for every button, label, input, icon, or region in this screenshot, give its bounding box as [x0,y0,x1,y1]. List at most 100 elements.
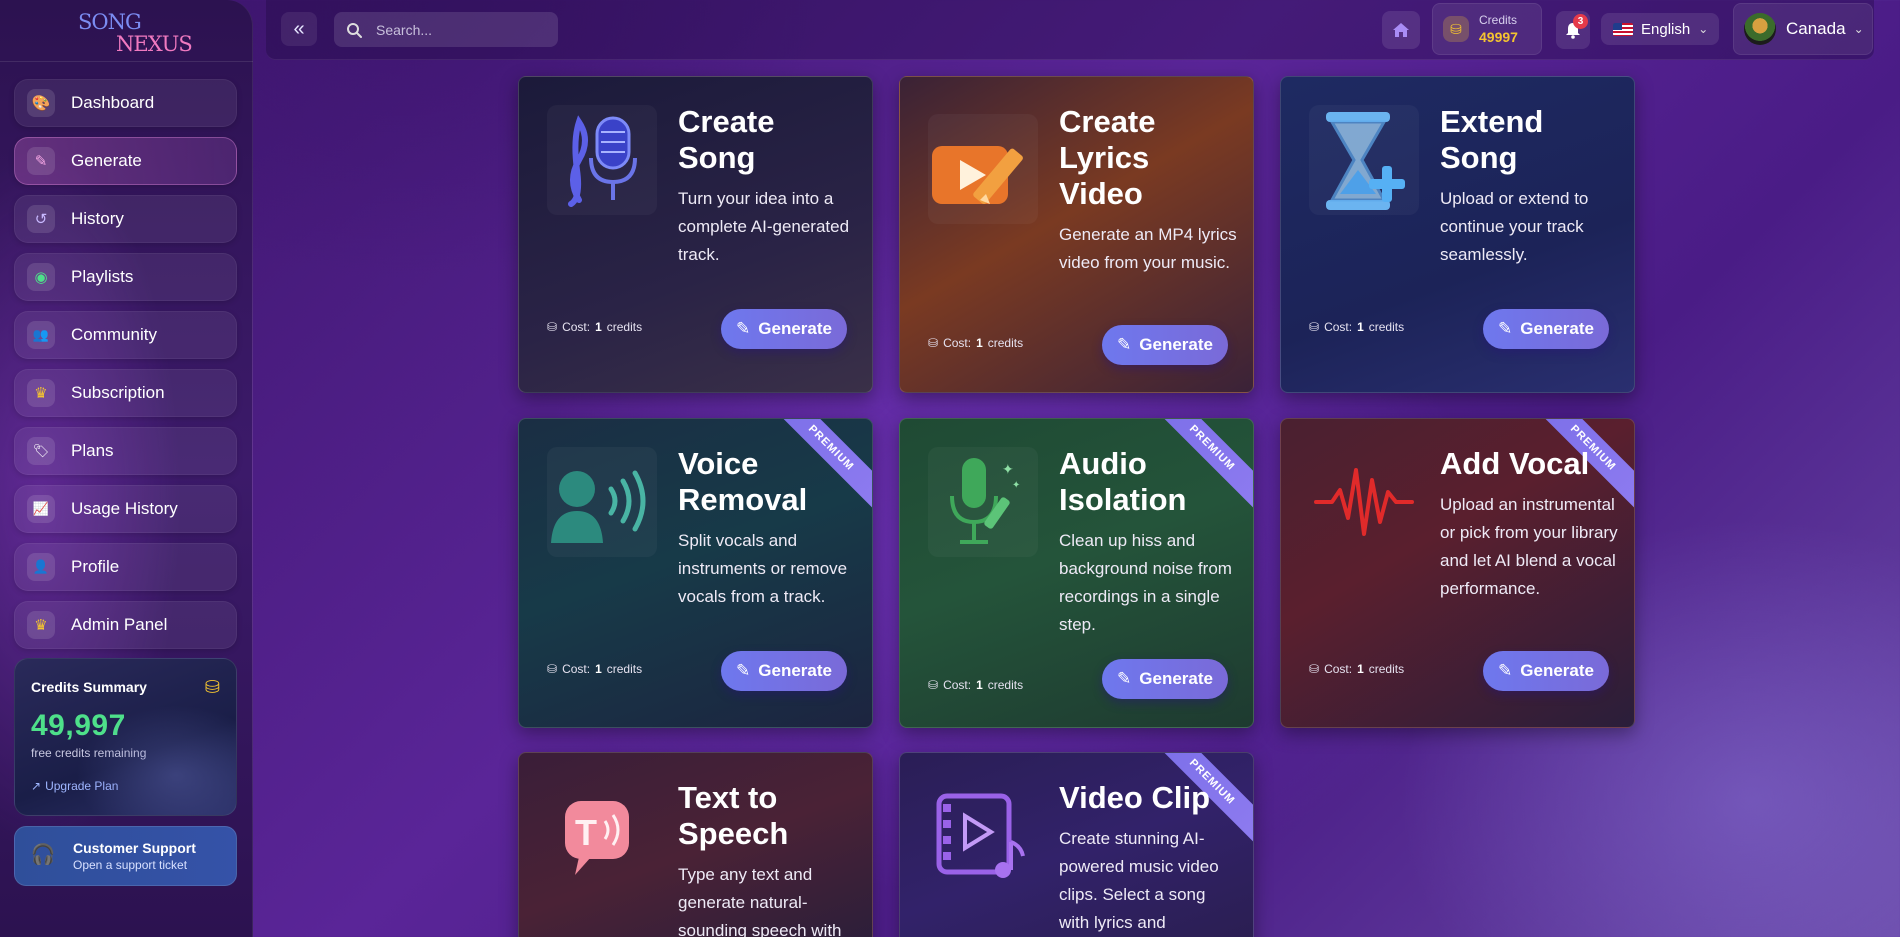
card-description: Turn your idea into a complete AI-genera… [678,189,850,264]
notification-badge: 3 [1573,14,1588,29]
logo-text-song: SONG [78,10,142,34]
coins-icon: ⛁ [547,320,558,334]
card-description: Generate an MP4 lyrics video from your m… [1059,225,1237,272]
feature-card-create-song: Create Song Turn your idea into a comple… [518,76,873,393]
sidebar: SONG NEXUS 🎨 Dashboard ✎ Generate ↺ Hist… [0,0,253,937]
feature-card-extend-song: Extend Song Upload or extend to continue… [1280,76,1635,393]
headset-icon: 🎧 [30,844,56,866]
film-music-icon [928,781,1038,891]
user-menu[interactable]: Canada ⌄ [1733,3,1873,55]
logo[interactable]: SONG NEXUS [76,6,193,56]
sidebar-item-plans[interactable]: 🏷 Plans [14,427,237,475]
generate-label: Generate [1520,661,1594,680]
credits-label: Credits [1479,13,1518,27]
coins-icon: ⛁ [928,678,939,692]
sidebar-item-profile[interactable]: 👤 Profile [14,543,237,591]
user-name: Canada [1786,19,1846,38]
search-icon [347,22,362,38]
sidebar-nav: 🎨 Dashboard ✎ Generate ↺ History ◉ Playl… [14,79,237,659]
crown-icon: ♛ [27,379,55,407]
cost-label: Cost: [1324,662,1353,676]
cost-unit: credits [987,678,1024,692]
palette-icon: 🎨 [27,89,55,117]
cost-unit: credits [1368,320,1405,334]
sidebar-item-usage-history[interactable]: 📈 Usage History [14,485,237,533]
svg-text:✦: ✦ [1012,480,1020,491]
pencil-icon: ✎ [1117,669,1132,688]
speech-bubble-icon: T [547,781,657,891]
sidebar-item-label: Playlists [71,267,134,286]
collapse-sidebar-button[interactable]: « [281,12,317,46]
card-title: Create Song [678,104,775,175]
us-flag-icon [1613,22,1633,36]
topbar: « ⛁ Credits 49997 3 English ⌄ Canada ⌄ [266,0,1874,60]
coins-icon: ⛁ [1309,320,1320,334]
notifications-button[interactable]: 3 [1556,11,1590,49]
pencil-icon: ✎ [736,319,751,338]
generate-button[interactable]: ✎ Generate [721,309,847,349]
credits-value: 49997 [1479,29,1518,45]
sidebar-item-label: History [71,209,124,228]
generate-label: Generate [758,319,832,338]
sidebar-item-playlists[interactable]: ◉ Playlists [14,253,237,301]
home-button[interactable] [1382,11,1420,49]
sidebar-item-history[interactable]: ↺ History [14,195,237,243]
user-icon: 👤 [27,553,55,581]
card-description: Upload an instrumental or pick from your… [1440,495,1618,598]
sidebar-item-dashboard[interactable]: 🎨 Dashboard [14,79,237,127]
card-title: Audio Isolation [1059,446,1187,517]
sidebar-item-label: Subscription [71,383,165,402]
search-box [334,12,558,47]
generate-button[interactable]: ✎ Generate [721,651,847,691]
generate-button[interactable]: ✎ Generate [1483,651,1609,691]
sidebar-item-subscription[interactable]: ♛ Subscription [14,369,237,417]
feature-card-text-to-speech: T Text to Speech Type any text and gener… [518,752,873,937]
credits-button[interactable]: ⛁ Credits 49997 [1432,3,1542,55]
coins-icon: ⛁ [1443,16,1469,42]
feature-card-audio-isolation: PREMIUM ✦ ✦ Audio Isolation Clean up his… [899,418,1254,728]
sidebar-item-generate[interactable]: ✎ Generate [14,137,237,185]
cost-value: 1 [1357,320,1364,334]
sidebar-item-label: Profile [71,557,120,576]
sidebar-item-label: Generate [71,151,142,170]
pencil-icon: ✎ [27,147,55,175]
language-label: English [1641,20,1691,38]
chevron-down-icon: ⌄ [1698,22,1709,36]
sidebar-item-community[interactable]: 👥 Community [14,311,237,359]
cost-unit: credits [606,320,643,334]
sidebar-item-admin-panel[interactable]: ♛ Admin Panel [14,601,237,649]
feature-card-voice-removal: PREMIUM Voice Removal Split vocals and i… [518,418,873,728]
coins-icon: ⛁ [547,662,558,676]
card-description: Create stunning AI-powered music video c… [1059,829,1219,932]
search-input[interactable] [376,21,546,38]
card-cost: ⛁ Cost: 1 credits [1309,320,1404,334]
generate-label: Generate [1139,335,1213,354]
svg-text:✦: ✦ [1002,461,1014,477]
generate-button[interactable]: ✎ Generate [1483,309,1609,349]
cost-unit: credits [1368,662,1405,676]
feature-card-add-vocal: PREMIUM Add Vocal Upload an instrumental… [1280,418,1635,728]
sidebar-item-label: Dashboard [71,93,155,112]
sidebar-item-label: Usage History [71,499,178,518]
card-cost: ⛁ Cost: 1 credits [928,336,1023,350]
divider [0,61,253,62]
card-description: Clean up hiss and background noise from … [1059,531,1232,634]
disc-icon: ◉ [27,263,55,291]
microphone-sparkle-icon: ✦ ✦ [928,447,1038,557]
cost-label: Cost: [1324,320,1353,334]
sidebar-item-label: Community [71,325,157,344]
generate-button[interactable]: ✎ Generate [1102,659,1228,699]
language-select[interactable]: English ⌄ [1601,13,1719,45]
customer-support-button[interactable]: 🎧 Customer Support Open a support ticket [14,826,237,886]
card-title: Voice Removal [678,446,808,517]
generate-button[interactable]: ✎ Generate [1102,325,1228,365]
card-title: Create Lyrics Video [1059,104,1156,211]
generate-label: Generate [758,661,832,680]
cost-label: Cost: [943,336,972,350]
cost-label: Cost: [943,678,972,692]
card-title: Video Clip [1059,780,1211,815]
credits-summary-card: Credits Summary ⛁ 49,997 free credits re… [14,658,237,816]
cost-unit: credits [987,336,1024,350]
card-title: Add Vocal [1440,446,1590,481]
credits-summary-title: Credits Summary [31,679,147,695]
